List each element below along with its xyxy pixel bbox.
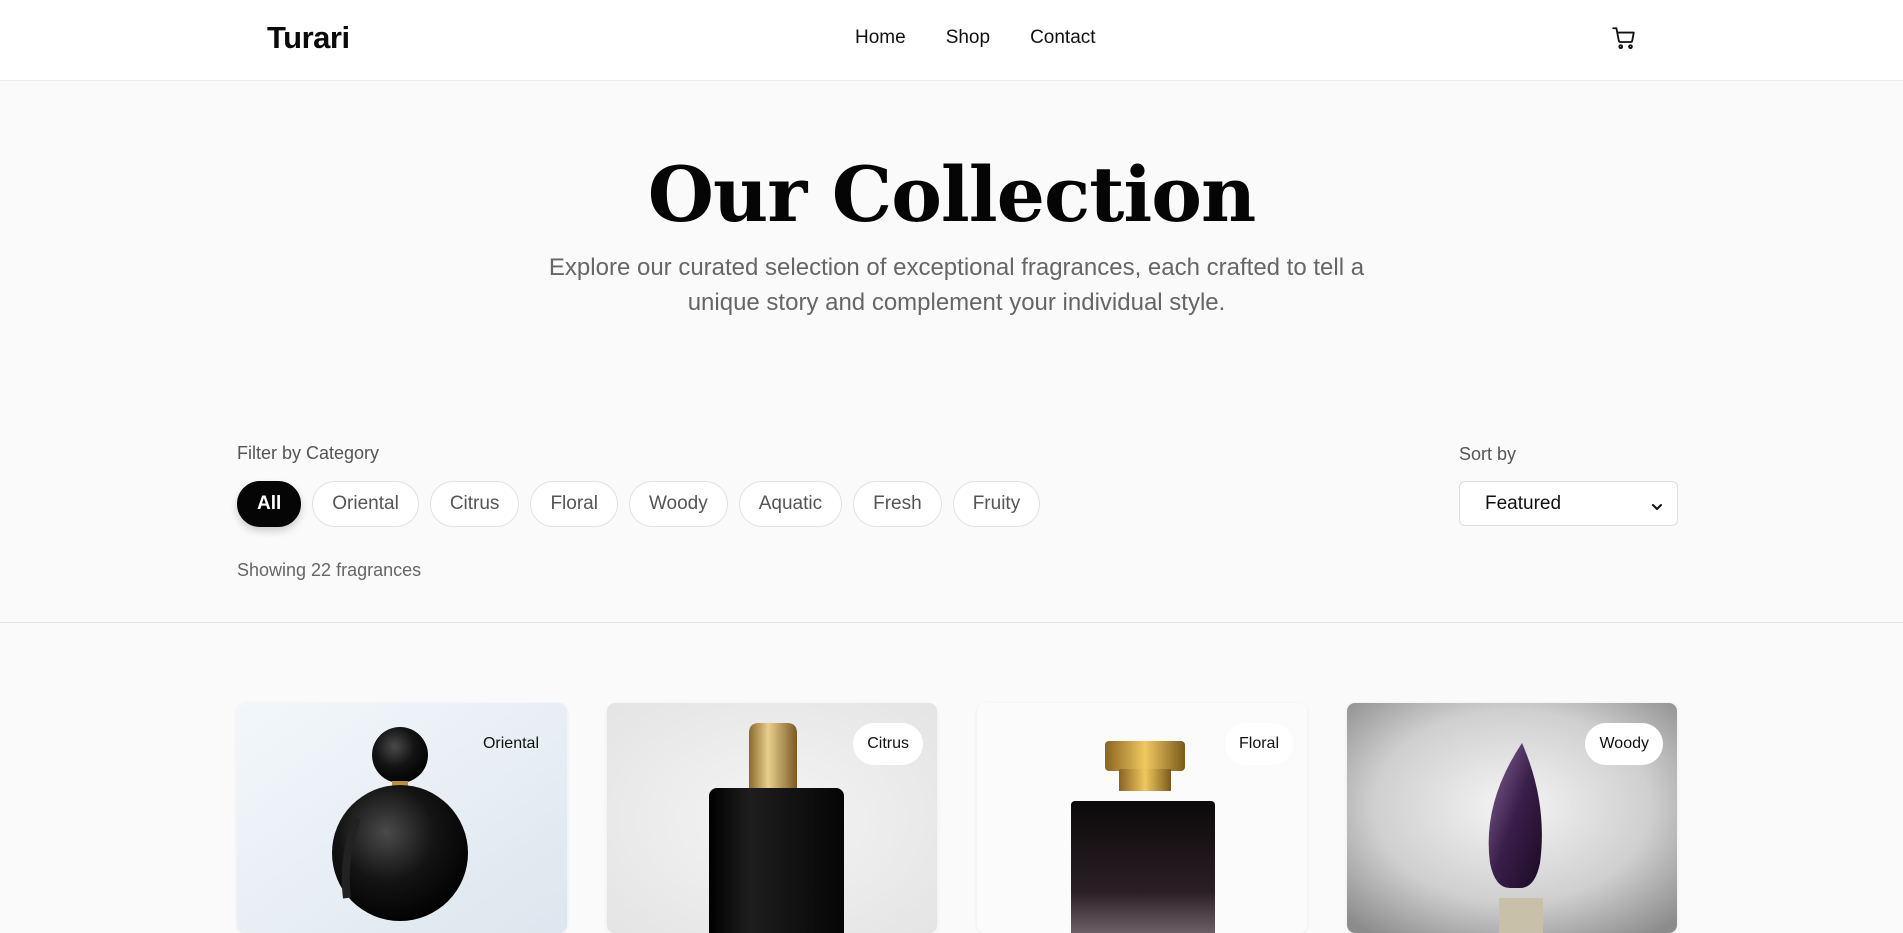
- filter-label: Filter by Category: [237, 443, 380, 463]
- site-header: Turari Home Shop Contact: [0, 0, 1903, 81]
- category-chip-woody[interactable]: Woody: [628, 481, 728, 527]
- nav-link-contact[interactable]: Contact: [1030, 27, 1095, 49]
- nav-link-home[interactable]: Home: [855, 27, 906, 49]
- logo[interactable]: Turari: [267, 20, 350, 56]
- product-card[interactable]: Woody: [1347, 703, 1677, 933]
- category-badge: Woody: [1585, 723, 1663, 765]
- category-chip-all[interactable]: All: [237, 481, 302, 527]
- product-card[interactable]: Floral: [977, 703, 1307, 933]
- section-divider: [0, 622, 1903, 623]
- product-card[interactable]: Citrus: [607, 703, 937, 933]
- cart-icon[interactable]: [1611, 25, 1637, 51]
- main-nav: Home Shop Contact: [855, 27, 1096, 49]
- results-count: Showing 22 fragrances: [237, 560, 422, 580]
- category-chip-floral[interactable]: Floral: [530, 481, 618, 527]
- page-title: Our Collection: [647, 150, 1256, 239]
- chevron-down-icon: [1651, 497, 1663, 510]
- sort-select[interactable]: Featured: [1459, 481, 1678, 526]
- category-chip-aquatic[interactable]: Aquatic: [738, 481, 843, 527]
- category-chip-fresh[interactable]: Fresh: [853, 481, 942, 527]
- category-badge: Floral: [1224, 723, 1293, 765]
- sort-selected-value: Featured: [1485, 492, 1562, 514]
- sort-label: Sort by: [1459, 444, 1517, 464]
- category-chip-citrus[interactable]: Citrus: [429, 481, 520, 527]
- category-badge: Citrus: [853, 723, 923, 765]
- page-subtitle: Explore our curated selection of excepti…: [548, 254, 1365, 316]
- product-card[interactable]: Oriental: [237, 703, 567, 933]
- category-chip-oriental[interactable]: Oriental: [312, 481, 419, 527]
- category-badge: Oriental: [482, 735, 539, 752]
- category-chip-fruity[interactable]: Fruity: [952, 481, 1041, 527]
- nav-link-shop[interactable]: Shop: [946, 27, 990, 49]
- category-filter: All Oriental Citrus Floral Woody Aquatic…: [237, 481, 1041, 527]
